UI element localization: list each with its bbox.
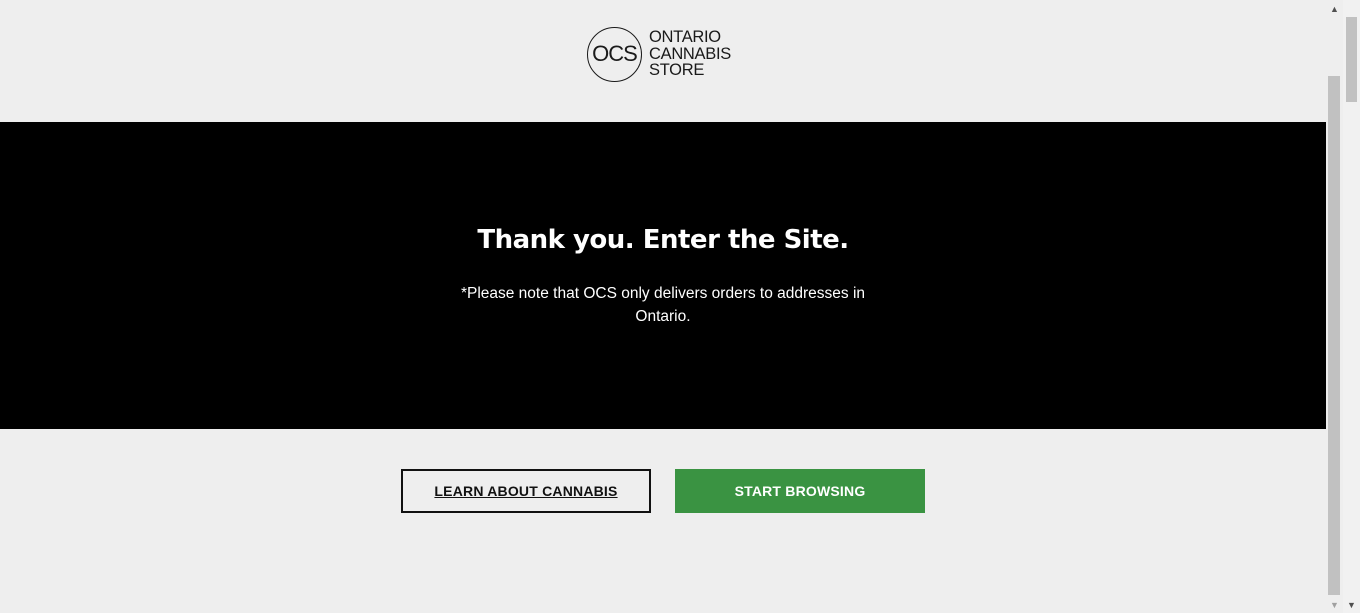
- logo-wordmark: ONTARIO CANNABIS STORE: [649, 29, 731, 79]
- logo-line-cannabis: CANNABIS: [649, 44, 731, 63]
- page-scrollbar[interactable]: ▲ ▼: [1326, 0, 1343, 613]
- scrollbar-area: ▲ ▼ ▼: [1326, 0, 1360, 613]
- window-scroll-down-arrow-icon[interactable]: ▼: [1343, 596, 1360, 613]
- age-gate-page: OCS ONTARIO CANNABIS STORE Thank you. En…: [0, 0, 1326, 613]
- confirmation-banner: Thank you. Enter the Site. *Please note …: [0, 122, 1326, 429]
- start-browsing-button[interactable]: START BROWSING: [675, 469, 925, 513]
- logo-line-store: STORE: [649, 61, 705, 80]
- page-scrollbar-thumb[interactable]: [1328, 76, 1340, 595]
- ocs-logo[interactable]: OCS ONTARIO CANNABIS STORE: [587, 24, 747, 84]
- action-buttons: LEARN ABOUT CANNABIS START BROWSING: [0, 469, 1326, 513]
- scroll-up-arrow-icon[interactable]: ▲: [1326, 0, 1343, 17]
- scroll-down-arrow-icon[interactable]: ▼: [1326, 596, 1343, 613]
- logo-line-ontario: ONTARIO: [649, 28, 721, 47]
- site-header: OCS ONTARIO CANNABIS STORE: [0, 0, 1326, 122]
- window-scrollbar[interactable]: [1343, 0, 1360, 613]
- window-scrollbar-thumb[interactable]: [1346, 17, 1357, 102]
- delivery-note: *Please note that OCS only delivers orde…: [460, 285, 866, 325]
- banner-title: Thank you. Enter the Site.: [477, 225, 849, 255]
- logo-monogram: OCS: [587, 26, 642, 82]
- learn-about-cannabis-button[interactable]: LEARN ABOUT CANNABIS: [401, 469, 651, 513]
